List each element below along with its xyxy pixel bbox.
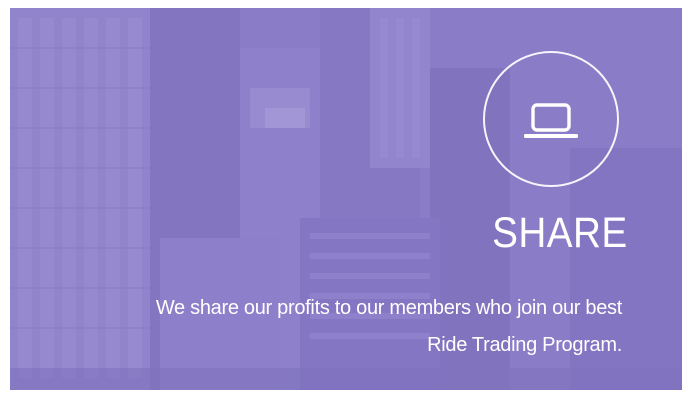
laptop-icon xyxy=(524,103,578,138)
feature-title: SHARE xyxy=(492,209,628,257)
description-line-2: Ride Trading Program. xyxy=(427,334,622,356)
feature-card: SHARE We share our profits to our member… xyxy=(10,8,682,390)
feature-frame: SHARE We share our profits to our member… xyxy=(0,0,688,397)
icon-circle xyxy=(483,51,619,187)
feature-description: We share our profits to our members who … xyxy=(22,290,622,364)
description-line-1: We share our profits to our members who … xyxy=(155,297,622,319)
